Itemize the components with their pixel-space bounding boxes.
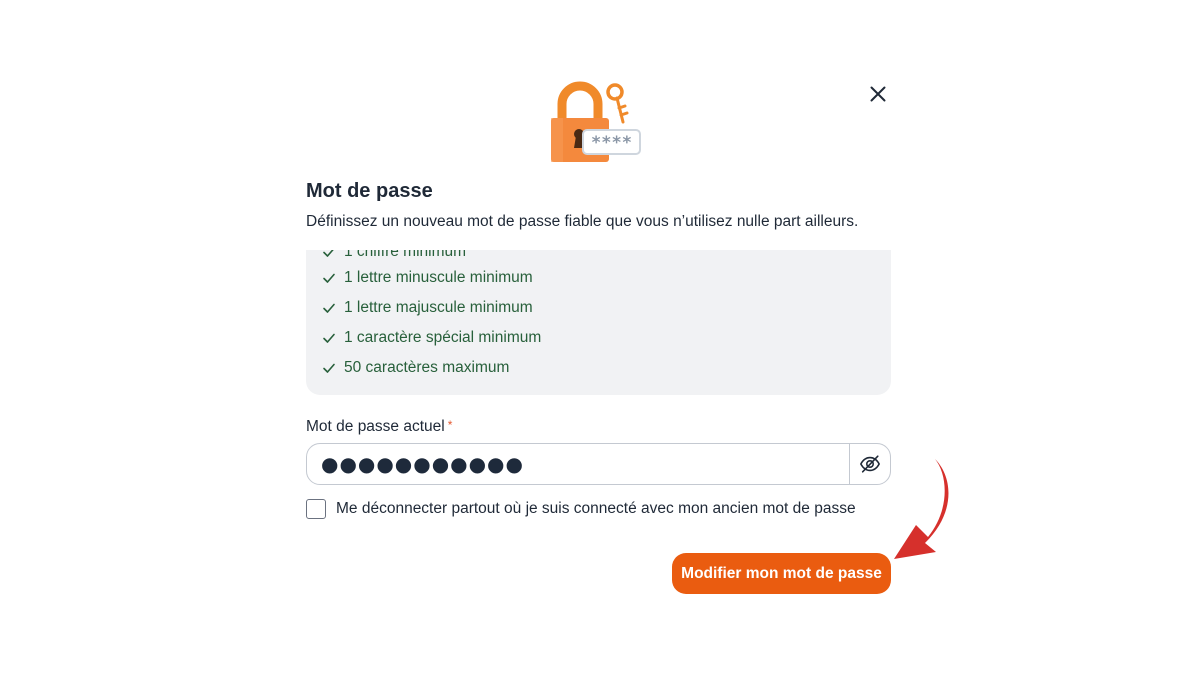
password-badge-text: **** <box>591 133 632 153</box>
eye-slash-icon <box>860 455 880 473</box>
current-password-field <box>306 443 891 485</box>
password-rules-list: 1 chiffre minimum 1 lettre minuscule min… <box>306 250 891 395</box>
modal-description: Définissez un nouveau mot de passe fiabl… <box>306 213 859 230</box>
check-icon <box>322 301 336 315</box>
rule-label: 1 chiffre minimum <box>344 250 467 260</box>
logout-everywhere-option[interactable]: Me déconnecter partout où je suis connec… <box>306 499 856 519</box>
password-modal: **** Mot de passe Définissez un nouveau … <box>0 0 1200 675</box>
change-password-button[interactable]: Modifier mon mot de passe <box>672 553 891 594</box>
check-icon <box>322 331 336 345</box>
padlock-key-icon: **** <box>551 81 641 162</box>
current-password-label: Mot de passe actuel * <box>306 418 452 436</box>
check-icon <box>322 271 336 285</box>
rule-label: 1 lettre majuscule minimum <box>344 299 533 316</box>
red-arrow-annotation <box>894 459 949 559</box>
rule-item: 1 lettre majuscule minimum <box>322 297 533 319</box>
logout-everywhere-checkbox[interactable] <box>306 499 326 519</box>
logout-everywhere-label[interactable]: Me déconnecter partout où je suis connec… <box>336 500 856 518</box>
check-icon <box>322 361 336 375</box>
rule-item: 1 chiffre minimum <box>322 250 466 263</box>
rule-label: 50 caractères maximum <box>344 359 510 376</box>
close-button[interactable] <box>866 82 890 106</box>
rule-label: 1 caractère spécial minimum <box>344 329 542 346</box>
rule-item: 50 caractères maximum <box>322 357 509 379</box>
rule-item: 1 caractère spécial minimum <box>322 327 541 349</box>
rule-label: 1 lettre minuscule minimum <box>344 269 533 286</box>
close-icon <box>870 86 886 102</box>
current-password-input[interactable] <box>307 444 849 484</box>
modal-title: Mot de passe <box>306 180 433 202</box>
current-password-label-text: Mot de passe actuel <box>306 418 445 435</box>
rule-item: 1 lettre minuscule minimum <box>322 267 533 289</box>
check-icon <box>322 250 336 259</box>
required-marker: * <box>447 418 453 432</box>
